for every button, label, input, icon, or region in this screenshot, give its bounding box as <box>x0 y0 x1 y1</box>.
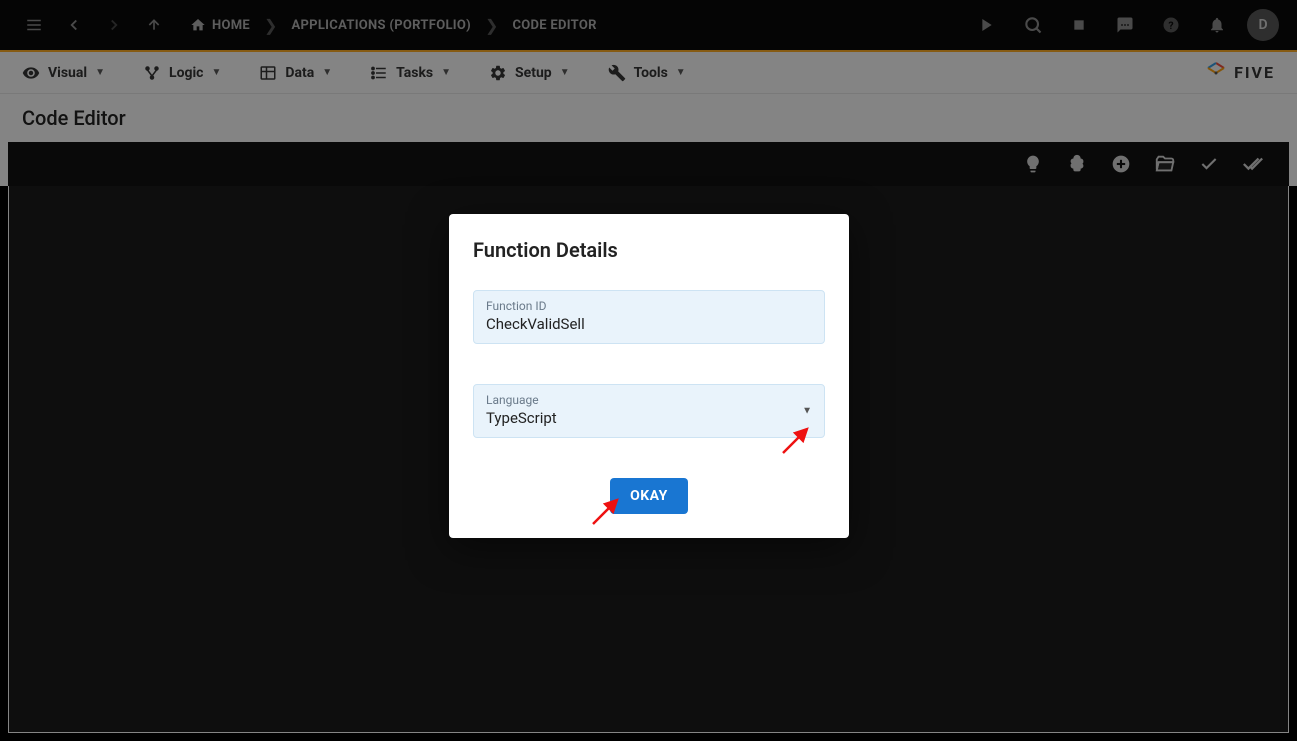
chevron-down-icon: ▼ <box>802 406 812 417</box>
field-value: TypeScript <box>486 409 812 427</box>
language-field[interactable]: Language TypeScript ▼ <box>473 384 825 438</box>
function-details-dialog: Function Details Function ID CheckValidS… <box>449 214 849 538</box>
field-value: CheckValidSell <box>486 315 812 333</box>
dialog-title: Function Details <box>473 238 825 262</box>
dialog-buttons: OKAY <box>473 478 825 514</box>
okay-button[interactable]: OKAY <box>610 478 688 514</box>
field-label: Language <box>486 393 812 407</box>
field-label: Function ID <box>486 299 812 313</box>
function-id-field[interactable]: Function ID CheckValidSell <box>473 290 825 344</box>
